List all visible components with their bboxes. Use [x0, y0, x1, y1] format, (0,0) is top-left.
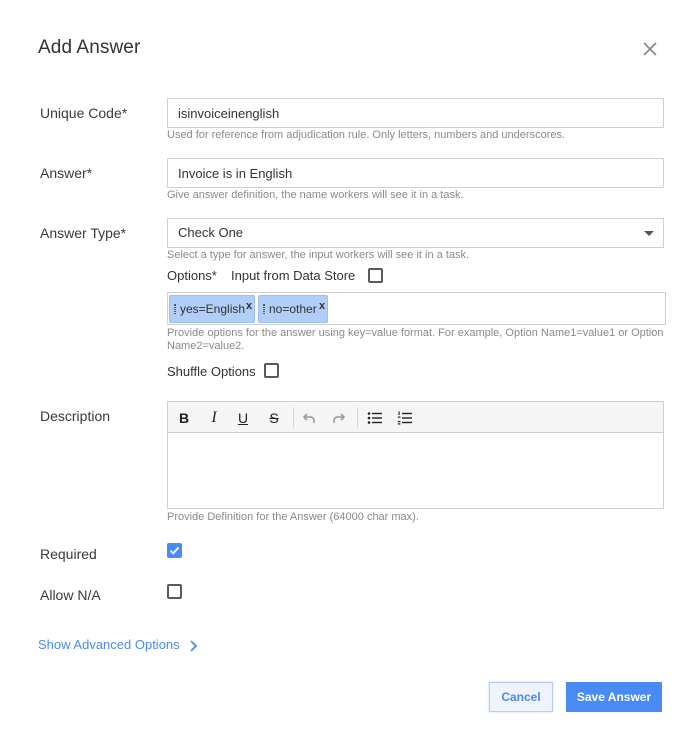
close-button[interactable] [641, 40, 659, 58]
required-checkbox[interactable] [167, 543, 182, 558]
description-text-area[interactable] [168, 433, 663, 508]
unique-code-hint: Used for reference from adjudication rul… [167, 129, 566, 141]
unique-code-label: Unique Code* [40, 105, 128, 121]
italic-button[interactable]: I [203, 407, 225, 429]
options-tags-input[interactable]: yes=English x no=other x [167, 292, 666, 325]
answer-type-hint: Select a type for answer, the input work… [167, 249, 470, 261]
drag-handle-icon[interactable] [174, 304, 176, 314]
numbered-list-button[interactable] [393, 407, 415, 429]
description-label: Description [40, 408, 111, 424]
answer-input[interactable] [167, 158, 664, 188]
bold-button[interactable]: B [173, 407, 195, 429]
shuffle-options-label: Shuffle Options [167, 364, 256, 379]
answer-type-label: Answer Type* [40, 225, 127, 241]
redo-button[interactable] [328, 407, 350, 429]
cancel-button[interactable]: Cancel [489, 682, 553, 712]
add-answer-dialog: Add Answer Unique Code* Used for referen… [0, 0, 700, 750]
allow-na-checkbox[interactable] [167, 584, 182, 599]
answer-label: Answer* [40, 165, 93, 181]
toolbar-divider [293, 407, 294, 428]
show-advanced-options-link[interactable]: Show Advanced Options [38, 637, 180, 652]
options-hint-line2: Name2=value2. [167, 340, 245, 352]
toolbar-divider [357, 407, 358, 428]
strikethrough-button[interactable]: S [263, 407, 285, 429]
required-label: Required [40, 546, 97, 562]
bullet-list-icon [367, 412, 382, 424]
bullet-list-button[interactable] [363, 407, 385, 429]
dialog-title: Add Answer [38, 37, 141, 58]
description-hint: Provide Definition for the Answer (64000… [167, 511, 419, 523]
answer-type-select[interactable]: Check One [167, 218, 664, 248]
unique-code-input[interactable] [167, 98, 664, 128]
underline-button[interactable]: U [232, 407, 254, 429]
data-store-checkbox[interactable] [368, 268, 383, 283]
chevron-right-icon[interactable] [187, 639, 199, 653]
checkmark-icon [169, 546, 180, 555]
caret-down-icon [644, 231, 654, 236]
allow-na-label: Allow N/A [40, 587, 101, 603]
answer-type-selected-value: Check One [178, 225, 244, 240]
option-tag-text: yes=English [180, 302, 246, 316]
data-store-label: Input from Data Store [231, 268, 356, 283]
remove-tag-icon[interactable]: x [319, 293, 325, 319]
save-answer-button[interactable]: Save Answer [566, 682, 662, 712]
undo-icon [302, 413, 315, 423]
option-tag[interactable]: no=other x [258, 295, 328, 323]
answer-hint: Give answer definition, the name workers… [167, 189, 464, 201]
options-label: Options* [167, 268, 217, 283]
description-editor: B I U S [167, 401, 664, 509]
options-hint-line1: Provide options for the answer using key… [167, 327, 664, 339]
editor-toolbar: B I U S [168, 402, 663, 433]
numbered-list-icon [397, 411, 412, 425]
remove-tag-icon[interactable]: x [246, 293, 252, 319]
option-tag[interactable]: yes=English x [169, 295, 255, 323]
option-tag-text: no=other [269, 302, 317, 316]
redo-icon [333, 413, 346, 423]
undo-button[interactable] [298, 407, 320, 429]
shuffle-options-checkbox[interactable] [264, 363, 279, 378]
drag-handle-icon[interactable] [263, 304, 265, 314]
close-icon[interactable] [641, 40, 659, 58]
